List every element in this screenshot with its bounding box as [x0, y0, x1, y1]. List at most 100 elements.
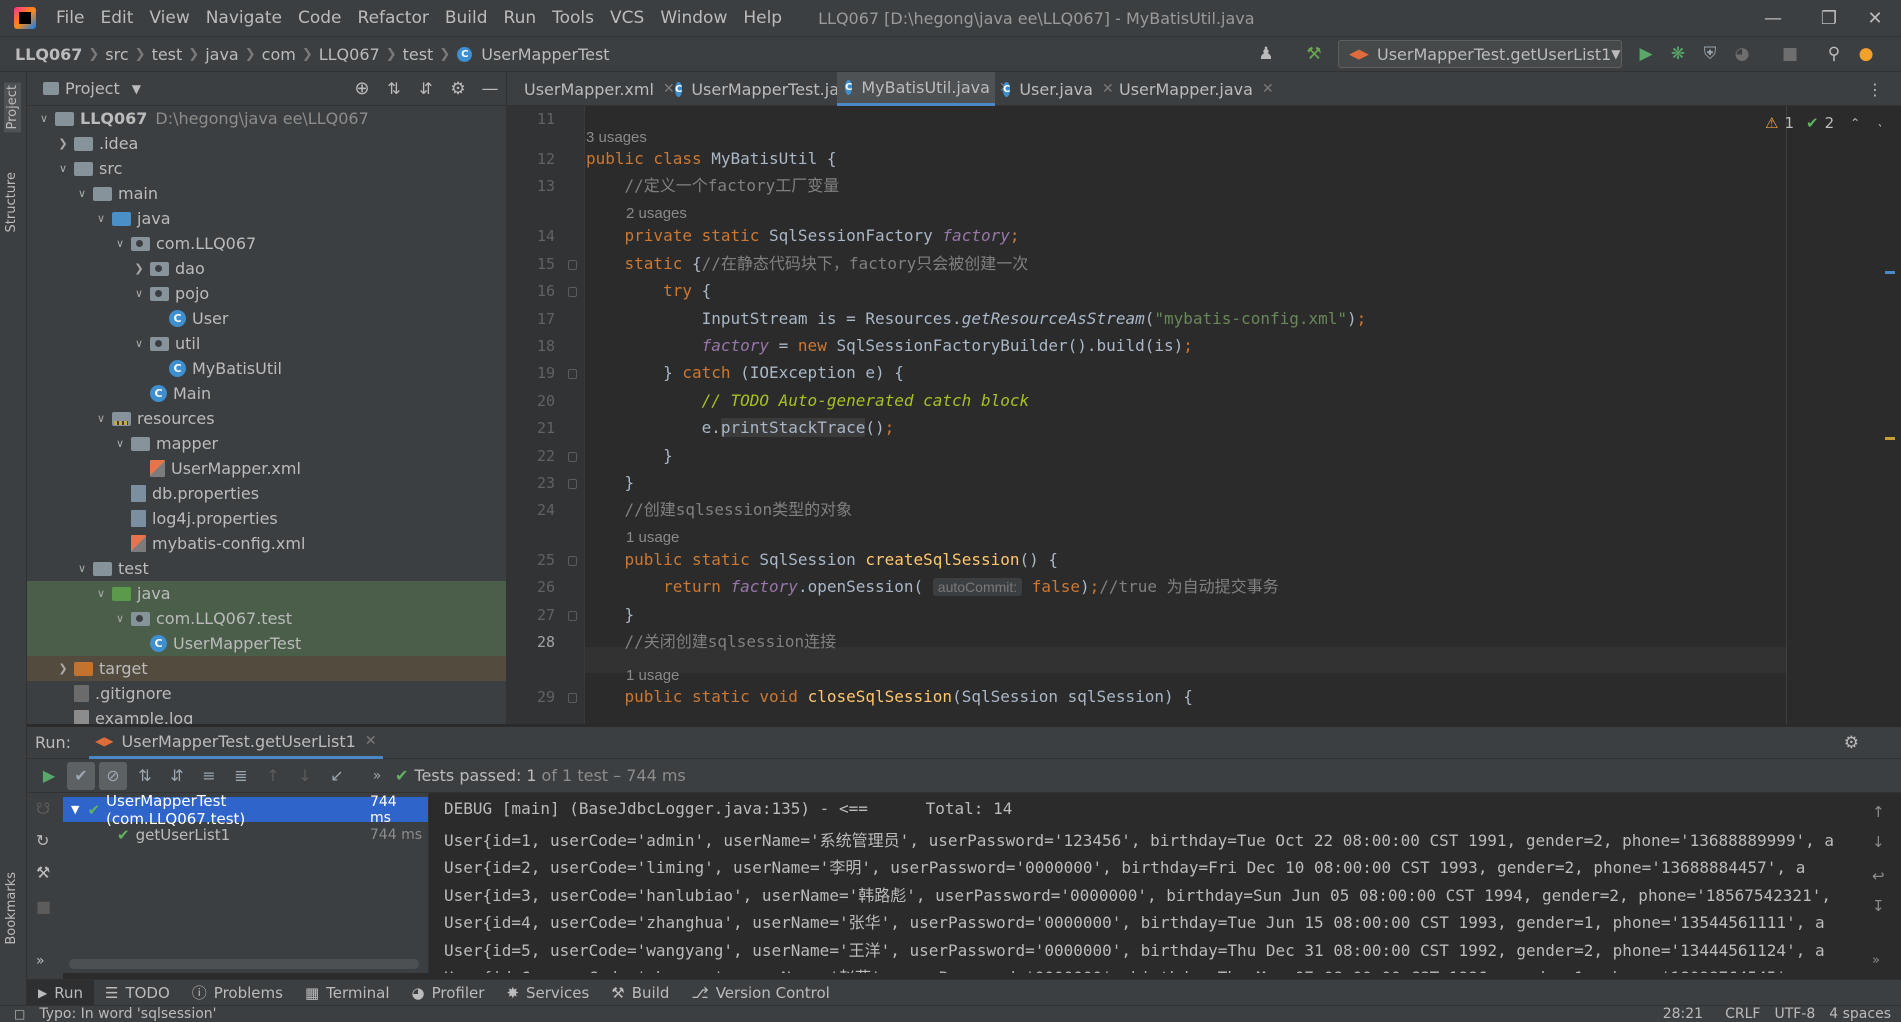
inspection-widget[interactable]: ⚠1 ✔2 ⌃ ⌄	[1765, 114, 1886, 132]
menu-build[interactable]: Build	[437, 8, 496, 28]
stop-icon[interactable]: ■	[36, 897, 51, 916]
user-icon[interactable]: ♟	[1252, 40, 1280, 68]
import-tests-icon[interactable]: ↙	[323, 762, 351, 790]
close-icon[interactable]: ✕	[1262, 81, 1274, 97]
breadcrumb-item[interactable]: test	[400, 45, 437, 64]
tree-item[interactable]: ∨ java	[27, 581, 506, 606]
tree-item[interactable]: ∨ com.LLQ067.test	[27, 606, 506, 631]
scroll-end-icon[interactable]: ↧	[1872, 897, 1885, 915]
breadcrumb-item[interactable]: LLQ067	[316, 45, 383, 64]
menu-refactor[interactable]: Refactor	[350, 8, 437, 28]
fold-marker-icon[interactable]	[568, 452, 577, 462]
chevron-down-icon[interactable]: ∨	[113, 237, 127, 250]
scroll-down-icon[interactable]: ↓	[1872, 833, 1885, 851]
breadcrumb-item[interactable]: UserMapperTest	[478, 45, 612, 64]
chevron-down-icon[interactable]: ∨	[37, 112, 51, 125]
tree-item[interactable]: ∨ pojo	[27, 281, 506, 306]
editor-tab[interactable]: CMyBatisUtil.java✕	[837, 72, 1011, 106]
tree-item[interactable]: ∨ com.LLQ067	[27, 231, 506, 256]
tree-item[interactable]: log4j.properties	[27, 506, 506, 531]
fold-marker-icon[interactable]	[568, 556, 577, 566]
tree-item[interactable]: C MyBatisUtil	[27, 356, 506, 381]
collapse-all-icon[interactable]: ≣	[227, 762, 255, 790]
chevron-down-icon[interactable]: ∨	[94, 412, 108, 425]
caret-position[interactable]: 28:21	[1663, 1006, 1703, 1022]
tree-item[interactable]: UserMapper.xml	[27, 456, 506, 481]
chevron-down-icon[interactable]: ∨	[132, 337, 146, 350]
fold-marker-icon[interactable]	[568, 693, 577, 703]
menu-run[interactable]: Run	[496, 8, 545, 28]
menu-edit[interactable]: Edit	[92, 8, 141, 28]
more-tabs-icon[interactable]: ⋮	[1867, 80, 1883, 99]
menu-tools[interactable]: Tools	[544, 8, 602, 28]
bookmarks-tool-tab[interactable]: Bookmarks	[4, 872, 19, 945]
scroll-up-icon[interactable]: ↑	[1872, 803, 1885, 821]
chevron-right-icon[interactable]: ❯	[56, 137, 70, 150]
sort-alpha-icon[interactable]: ⇅	[131, 762, 159, 790]
menu-view[interactable]: View	[141, 8, 197, 28]
debug-icon[interactable]: ❋	[1664, 40, 1692, 68]
locate-icon[interactable]: ⊕	[346, 78, 378, 99]
fold-marker-icon[interactable]	[568, 479, 577, 489]
breadcrumb-item[interactable]: LLQ067	[12, 45, 85, 64]
sort-duration-icon[interactable]: ⇵	[163, 762, 191, 790]
fold-marker-icon[interactable]	[568, 611, 577, 621]
rerun-icon[interactable]: ▶	[35, 762, 63, 790]
pin-icon[interactable]: ☋	[36, 799, 50, 818]
tree-item[interactable]: ∨ resources	[27, 406, 506, 431]
tool-tab-services[interactable]: ✸ Services	[495, 980, 600, 1006]
expand-all-icon[interactable]: ⇅	[378, 79, 410, 98]
editor-tab[interactable]: UserMapper.java ✕	[1102, 72, 1274, 106]
breadcrumb-item[interactable]: test	[149, 45, 186, 64]
chevron-right-icon[interactable]: ❯	[132, 262, 146, 275]
tree-item[interactable]: C Main	[27, 381, 506, 406]
project-panel-title[interactable]: Project	[65, 79, 120, 98]
menu-window[interactable]: Window	[652, 8, 735, 28]
chevron-down-icon[interactable]: ∨	[75, 187, 89, 200]
tree-item[interactable]: .gitignore	[27, 681, 506, 706]
search-icon[interactable]: ⚲	[1820, 40, 1848, 68]
tool-tab-todo[interactable]: ☰ TODO	[94, 980, 181, 1006]
indent-setting[interactable]: 4 spaces	[1829, 1006, 1891, 1022]
test-case-row[interactable]: ✔ getUserList1 744 ms	[63, 822, 428, 847]
tree-item[interactable]: ∨ java	[27, 206, 506, 231]
tree-item[interactable]: ∨ src	[27, 156, 506, 181]
gear-icon[interactable]: ⚙	[1844, 733, 1859, 753]
chevron-down-icon[interactable]: ∨	[132, 287, 146, 300]
chevron-down-icon[interactable]: ∨	[56, 162, 70, 175]
chevron-down-icon[interactable]: ▼	[71, 803, 79, 816]
fold-marker-icon[interactable]	[568, 369, 577, 379]
tool-tab-problems[interactable]: ⓘ Problems	[181, 980, 294, 1006]
stop-icon[interactable]: ■	[1776, 40, 1804, 68]
tree-item[interactable]: C User	[27, 306, 506, 331]
toggle-tool-windows-icon[interactable]: □	[14, 1007, 25, 1021]
project-tool-tab[interactable]: Project	[4, 82, 21, 133]
more-icon[interactable]: »	[36, 953, 45, 969]
collapse-all-icon[interactable]: ⇵	[410, 79, 442, 98]
chevron-down-icon[interactable]: ∨	[113, 612, 127, 625]
gear-icon[interactable]: ⚙	[442, 79, 474, 99]
tree-item[interactable]: ∨ util	[27, 331, 506, 356]
tree-item[interactable]: db.properties	[27, 481, 506, 506]
chevron-down-icon[interactable]: ∨	[94, 587, 108, 600]
coverage-icon[interactable]: ⛨	[1696, 40, 1724, 68]
tool-tab-version-control[interactable]: ⎇ Version Control	[680, 980, 840, 1006]
code-editor[interactable]: 3 usages public class MyBatisUtil { //定义…	[586, 106, 1786, 724]
arrow-up-icon[interactable]: ↑	[259, 762, 287, 790]
breadcrumb-item[interactable]: java	[202, 45, 242, 64]
breadcrumb-item[interactable]: src	[102, 45, 131, 64]
editor-tab[interactable]: CUserMapperTest.java✕	[667, 72, 879, 106]
chevron-down-icon[interactable]: ∨	[94, 212, 108, 225]
chevron-down-icon[interactable]: ∨	[75, 562, 89, 575]
line-separator[interactable]: CRLF	[1725, 1006, 1760, 1022]
rerun-failed-icon[interactable]: ↻	[36, 831, 49, 850]
run-configuration-select[interactable]: ◀▶ UserMapperTest.getUserList1 ▼	[1338, 40, 1622, 68]
tree-item[interactable]: C UserMapperTest	[27, 631, 506, 656]
file-encoding[interactable]: UTF-8	[1774, 1006, 1815, 1022]
tree-item[interactable]: ∨ main	[27, 181, 506, 206]
tool-tab-terminal[interactable]: ▦ Terminal	[294, 980, 401, 1006]
tree-item[interactable]: mybatis-config.xml	[27, 531, 506, 556]
console-output[interactable]: DEBUG [main] (BaseJdbcLogger.java:135) -…	[430, 793, 1855, 973]
tree-item[interactable]: ❯ dao	[27, 256, 506, 281]
hide-panel-icon[interactable]: —	[474, 79, 506, 99]
